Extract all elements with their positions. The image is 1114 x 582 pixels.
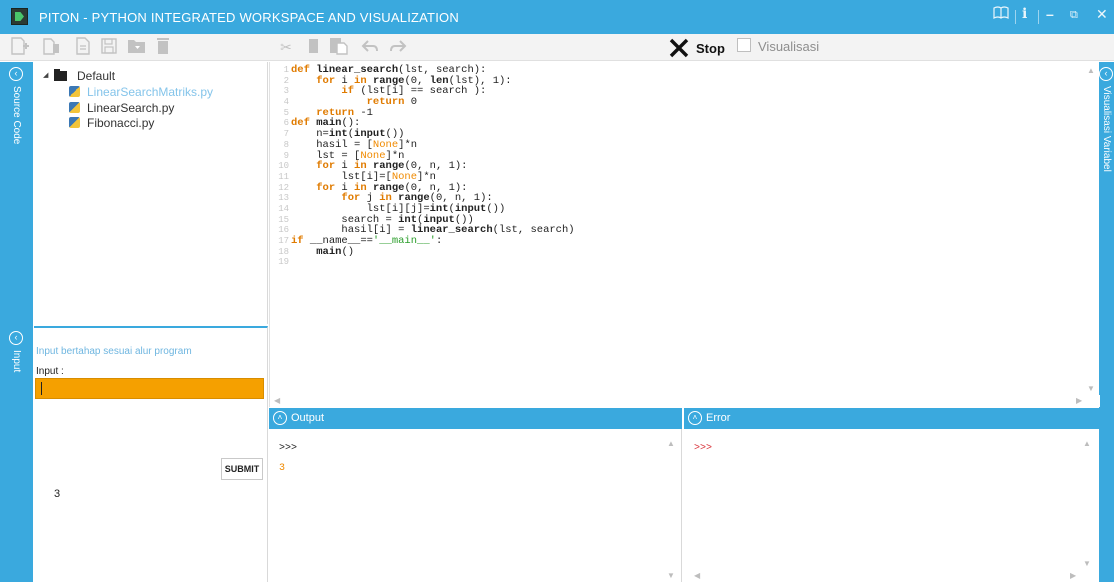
source-code-label: Source Code (11, 86, 22, 145)
code-editor[interactable]: 1 def linear_search(lst, search): 2 for i… (269, 62, 1100, 407)
output-pane[interactable]: >>> 3 ▲ ▼ (269, 429, 682, 582)
editor-vertical-scrollbar[interactable]: ▲ ▼ (1083, 62, 1099, 407)
copy-icon[interactable] (302, 37, 324, 57)
save-icon[interactable] (98, 37, 120, 57)
scroll-up-icon[interactable]: ▲ (1087, 66, 1095, 75)
input-panel: Input bertahap sesuai alur program Input… (34, 326, 268, 582)
input-label: Input : (36, 366, 64, 377)
file-linearsearchmatriks[interactable]: LinearSearchMatriks.py (87, 85, 213, 101)
piton-app: PITON - PYTHON INTEGRATED WORKSPACE AND … (0, 0, 1114, 582)
text-caret (41, 382, 42, 395)
scroll-right-icon[interactable]: ▶ (1076, 396, 1082, 405)
scroll-up-icon[interactable]: ▲ (1083, 439, 1091, 448)
scroll-right-icon[interactable]: ▶ (1070, 571, 1076, 580)
scroll-down-icon[interactable]: ▼ (1083, 559, 1091, 568)
new-file-icon[interactable] (9, 37, 31, 57)
scroll-up-icon[interactable]: ▲ (667, 439, 675, 448)
scroll-left-icon[interactable]: ◀ (274, 396, 280, 405)
title-divider (1015, 10, 1016, 24)
scroll-left-icon[interactable]: ◀ (694, 571, 700, 580)
left-strip: ‹ Source Code ‹ Input (0, 62, 33, 582)
blank-file-icon[interactable] (72, 37, 94, 57)
stop-label: Stop (696, 41, 725, 56)
file-tree: ◢ Default LinearSearchMatriks.py LinearS… (34, 62, 268, 324)
book-icon[interactable] (993, 6, 1009, 23)
redo-icon[interactable] (387, 37, 409, 57)
output-value: 3 (279, 463, 286, 474)
close-icon[interactable]: ✕ (1096, 6, 1108, 23)
undo-icon[interactable] (359, 37, 381, 57)
error-prompt: >>> (694, 443, 713, 454)
file-fibonacci[interactable]: Fibonacci.py (87, 116, 154, 132)
error-collapse-icon[interactable]: ˄ (688, 411, 702, 425)
title-divider (1038, 10, 1039, 24)
error-pane[interactable]: >>> ▲ ▼ ◀ ▶ (684, 429, 1099, 582)
title-bar: PITON - PYTHON INTEGRATED WORKSPACE AND … (0, 0, 1114, 34)
editor-horizontal-scrollbar[interactable]: ◀ ▶ (270, 395, 1100, 407)
app-logo-icon (11, 8, 28, 25)
restore-icon[interactable]: ⧉ (1070, 9, 1078, 22)
visualisasi-variabel-expand-icon[interactable]: ‹ (1099, 67, 1113, 81)
input-strip-label: Input (11, 350, 22, 373)
source-code-collapse-icon[interactable]: ‹ (9, 67, 23, 81)
toolbar: ✂ Stop (0, 34, 1114, 61)
error-label: Error (706, 412, 731, 424)
folder-default[interactable]: Default (77, 69, 115, 85)
output-collapse-icon[interactable]: ˄ (273, 411, 287, 425)
folder-expand-icon[interactable]: ◢ (43, 71, 48, 79)
trash-icon[interactable] (152, 37, 174, 57)
input-field[interactable] (35, 378, 264, 399)
visualisasi-checkbox[interactable] (737, 38, 751, 52)
output-header: ˄ Output (269, 408, 682, 429)
window-title: PITON - PYTHON INTEGRATED WORKSPACE AND … (39, 10, 459, 25)
python-file-icon (69, 86, 80, 97)
info-icon[interactable]: i (1022, 6, 1027, 22)
input-collapse-icon[interactable]: ‹ (9, 331, 23, 345)
input-history: 3 (54, 488, 61, 500)
stop-x-icon (668, 37, 690, 63)
delete-file-icon[interactable] (40, 37, 62, 57)
output-prompt: >>> (279, 443, 298, 454)
scroll-down-icon[interactable]: ▼ (1087, 384, 1095, 393)
minimize-icon[interactable]: – (1046, 6, 1054, 22)
python-file-icon (69, 102, 80, 113)
right-strip: ‹ Visualisasi Variabel (1099, 62, 1114, 582)
scroll-down-icon[interactable]: ▼ (667, 571, 675, 580)
output-label: Output (291, 412, 325, 424)
file-linearsearch[interactable]: LinearSearch.py (87, 101, 174, 117)
visualisasi-label: Visualisasi (758, 39, 820, 54)
cut-icon[interactable]: ✂ (275, 37, 297, 57)
python-file-icon (69, 117, 80, 128)
folder-icon (54, 69, 67, 81)
error-header: ˄ Error (684, 408, 1099, 429)
submit-button[interactable]: SUBMIT (221, 458, 263, 480)
paste-icon[interactable] (327, 37, 349, 57)
input-hint: Input bertahap sesuai alur program (36, 346, 192, 357)
open-folder-icon[interactable] (126, 37, 148, 57)
visualisasi-variabel-label: Visualisasi Variabel (1101, 86, 1112, 172)
